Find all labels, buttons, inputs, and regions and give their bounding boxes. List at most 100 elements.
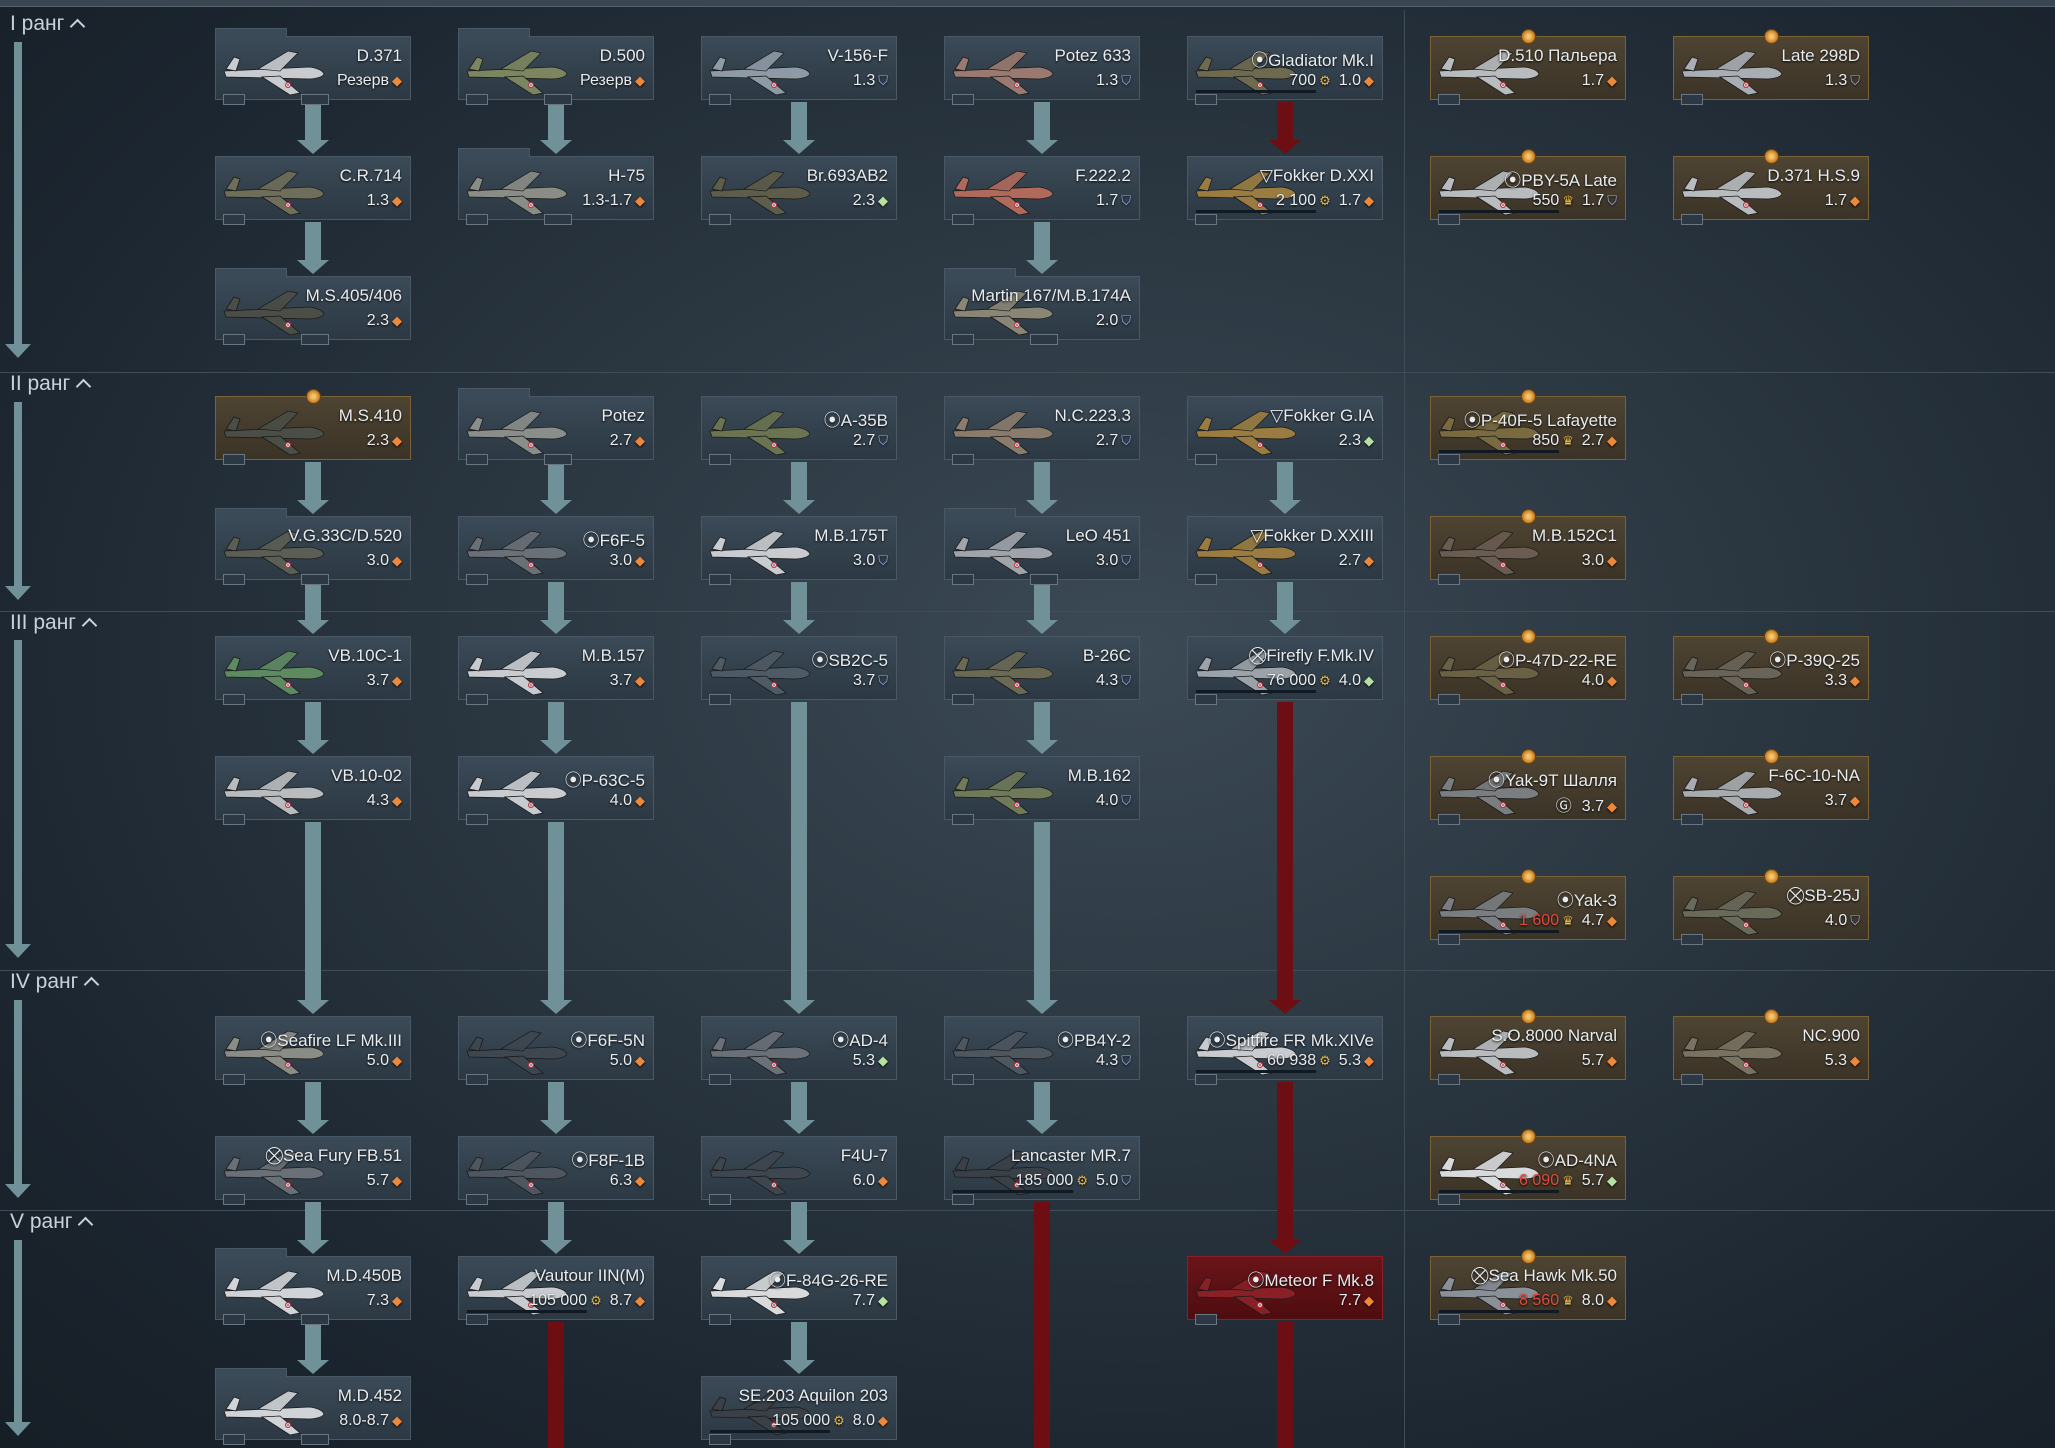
vehicle-card[interactable]: ⦿P-47D-22-RE 4.0 ◆ <box>1430 629 1626 705</box>
connector-shaft <box>305 702 321 740</box>
vehicle-class-icon: ◆ <box>1607 73 1617 88</box>
vehicle-card[interactable]: ▽Fokker D.XXI 2 100 ⚙ 1.7 ◆ <box>1187 156 1383 225</box>
vehicle-card[interactable]: M.B.175T 3.0 ⛉ <box>701 516 897 585</box>
collapse-chevron-icon[interactable] <box>81 617 98 634</box>
rank-label-5[interactable]: V ранг <box>10 1210 94 1234</box>
vehicle-card[interactable]: ⛒Sea Fury FB.51 5.7 ◆ <box>215 1136 411 1205</box>
vehicle-card[interactable]: C.R.714 1.3 ◆ <box>215 156 411 225</box>
rank-progress-line <box>14 1240 22 1424</box>
group-expand-icon[interactable] <box>301 334 329 345</box>
research-progress-bar <box>1196 210 1316 213</box>
group-expand-icon[interactable] <box>301 574 329 585</box>
vehicle-card[interactable]: ▽Fokker G.IA 2.3 ◆ <box>1187 396 1383 465</box>
vehicle-card[interactable]: LeO 451 3.0 ⛉ <box>944 508 1140 585</box>
vehicle-card[interactable]: Potez 2.7 ◆ <box>458 388 654 465</box>
vehicle-name: ⦿Meteor F Mk.8 <box>1247 1271 1374 1290</box>
vehicle-card[interactable]: ⦿F6F-5 3.0 ◆ <box>458 516 654 585</box>
vehicle-card[interactable]: VB.10-02 4.3 ◆ <box>215 756 411 825</box>
vehicle-card[interactable]: ⦿P-40F-5 Lafayette 850 ♛ 2.7 ◆ <box>1430 389 1626 465</box>
group-expand-icon[interactable] <box>1030 334 1058 345</box>
vehicle-card[interactable]: ⛒SB-25J 4.0 ⛉ <box>1673 869 1869 945</box>
vehicle-card[interactable]: N.C.223.3 2.7 ⛉ <box>944 396 1140 465</box>
vehicle-card[interactable]: ⦿SB2C-5 3.7 ⛉ <box>701 636 897 705</box>
vehicle-card[interactable]: ⛒Sea Hawk Mk.50 8 560 ♛ 8.0 ◆ <box>1430 1249 1626 1325</box>
collapse-chevron-icon[interactable] <box>75 378 92 395</box>
vehicle-card[interactable]: D.500 Резерв ◆ <box>458 28 654 105</box>
vehicle-card[interactable]: ⦿F-84G-26-RE 7.7 ◆ <box>701 1256 897 1325</box>
vehicle-card[interactable]: B-26C 4.3 ⛉ <box>944 636 1140 705</box>
currency-icon: ⚙ <box>1319 193 1331 208</box>
vehicle-card[interactable]: ⦿AD-4 5.3 ◆ <box>701 1016 897 1085</box>
vehicle-card[interactable]: ⦿PB4Y-2 4.3 ⛉ <box>944 1016 1140 1085</box>
vehicle-card[interactable]: D.371 H.S.9 1.7 ◆ <box>1673 149 1869 225</box>
vehicle-card[interactable]: SE.203 Aquilon 203 105 000 ⚙ 8.0 ◆ <box>701 1376 897 1445</box>
vehicle-name: F.222.2 <box>1075 166 1131 185</box>
vehicle-card[interactable]: D.510 Пальера 1.7 ◆ <box>1430 29 1626 105</box>
vehicle-card[interactable]: D.371 Резерв ◆ <box>215 28 411 105</box>
vehicle-card[interactable]: ▽Fokker D.XXIII 2.7 ◆ <box>1187 516 1383 585</box>
group-expand-icon[interactable] <box>301 1314 329 1325</box>
vehicle-card[interactable]: M.S.410 2.3 ◆ <box>215 389 411 465</box>
vehicle-card[interactable]: ⦿AD-4NA 6 090 ♛ 5.7 ◆ <box>1430 1129 1626 1205</box>
group-expand-icon[interactable] <box>1030 574 1058 585</box>
vehicle-card[interactable]: VB.10C-1 3.7 ◆ <box>215 636 411 705</box>
group-expand-icon[interactable] <box>544 214 572 225</box>
vehicle-card[interactable]: ⦿F6F-5N 5.0 ◆ <box>458 1016 654 1085</box>
vehicle-card[interactable]: ⦿Seafire LF Mk.III 5.0 ◆ <box>215 1016 411 1085</box>
vehicle-card[interactable]: ⦿Spitfire FR Mk.XIVe 60 938 ⚙ 5.3 ◆ <box>1187 1016 1383 1085</box>
collapse-chevron-icon[interactable] <box>78 1216 94 1233</box>
vehicle-card[interactable]: ⦿PBY-5A Late 550 ♛ 1.7 ⛉ <box>1430 149 1626 225</box>
slot-tag-icon <box>1438 1074 1460 1085</box>
slot-tag-icon <box>952 1194 974 1205</box>
vehicle-card[interactable]: ⦿Yak-3 1 600 ♛ 4.7 ◆ <box>1430 869 1626 945</box>
slot-tag-icon <box>1195 1074 1217 1085</box>
vehicle-card[interactable]: V-156-F 1.3 ⛉ <box>701 36 897 105</box>
vehicle-card[interactable]: M.D.450B 7.3 ◆ <box>215 1248 411 1325</box>
vehicle-card[interactable]: ⦿P-63C-5 4.0 ◆ <box>458 756 654 825</box>
vehicle-card[interactable]: ⦿Gladiator Mk.I 700 ⚙ 1.0 ◆ <box>1187 36 1383 105</box>
vehicle-card[interactable]: M.D.452 8.0-8.7 ◆ <box>215 1368 411 1445</box>
vehicle-card[interactable]: ⦿Meteor F Mk.8 7.7 ◆ <box>1187 1256 1383 1325</box>
vehicle-card[interactable]: Br.693AB2 2.3 ◆ <box>701 156 897 225</box>
vehicle-card[interactable]: F4U-7 6.0 ◆ <box>701 1136 897 1205</box>
slot-tag-icon <box>466 214 488 225</box>
vehicle-card[interactable]: ⦿Yak-9T Шалля Ⓖ 3.7 ◆ <box>1430 749 1626 825</box>
rank-label-3[interactable]: III ранг <box>10 611 98 635</box>
vehicle-name: ⦿Gladiator Mk.I <box>1251 51 1374 70</box>
group-expand-icon[interactable] <box>301 94 329 105</box>
rank-progress-line <box>14 402 22 588</box>
rank-label-1[interactable]: I ранг <box>10 12 86 36</box>
vehicle-card[interactable]: M.B.157 3.7 ◆ <box>458 636 654 705</box>
vehicle-card[interactable]: Late 298D 1.3 ⛉ <box>1673 29 1869 105</box>
group-expand-icon[interactable] <box>544 454 572 465</box>
connector-arrow-icon <box>1026 500 1058 514</box>
vehicle-card[interactable]: ⦿F8F-1B 6.3 ◆ <box>458 1136 654 1205</box>
vehicle-card[interactable]: H-75 1.3-1.7 ◆ <box>458 148 654 225</box>
br-value: 4.3 <box>366 792 389 809</box>
collapse-chevron-icon[interactable] <box>84 976 100 993</box>
vehicle-card[interactable]: ⦿A-35B 2.7 ⛉ <box>701 396 897 465</box>
vehicle-card[interactable]: ⛒Firefly F.Mk.IV 76 000 ⚙ 4.0 ◆ <box>1187 636 1383 705</box>
vehicle-name: D.510 Пальера <box>1498 46 1617 65</box>
group-expand-icon[interactable] <box>544 94 572 105</box>
vehicle-card[interactable]: ⦿P-39Q-25 3.3 ◆ <box>1673 629 1869 705</box>
vehicle-card[interactable]: Potez 633 1.3 ⛉ <box>944 36 1140 105</box>
vehicle-card[interactable]: Martin 167/M.B.174A 2.0 ⛉ <box>944 268 1140 345</box>
vehicle-card[interactable]: M.S.405/406 2.3 ◆ <box>215 268 411 345</box>
vehicle-card[interactable]: Vautour IIN(M) 105 000 ⚙ 8.7 ◆ <box>458 1256 654 1325</box>
rank-label-2[interactable]: II ранг <box>10 372 92 396</box>
group-expand-icon[interactable] <box>301 1434 329 1445</box>
collapse-chevron-icon[interactable] <box>70 18 86 35</box>
vehicle-card[interactable]: NC.900 5.3 ◆ <box>1673 1009 1869 1085</box>
vehicle-card[interactable]: F-6C-10-NA 3.7 ◆ <box>1673 749 1869 825</box>
vehicle-card[interactable]: S.O.8000 Narval 5.7 ◆ <box>1430 1009 1626 1085</box>
vehicle-card[interactable]: M.B.152C1 3.0 ◆ <box>1430 509 1626 585</box>
slot-tag-icon <box>223 1434 245 1445</box>
vehicle-card[interactable]: Lancaster MR.7 185 000 ⚙ 5.0 ⛉ <box>944 1136 1140 1205</box>
vehicle-class-icon: ⛉ <box>878 433 888 448</box>
rank-label-4[interactable]: IV ранг <box>10 970 100 994</box>
slot-tag-icon <box>1438 454 1460 465</box>
vehicle-card[interactable]: M.B.162 4.0 ⛉ <box>944 756 1140 825</box>
vehicle-card[interactable]: F.222.2 1.7 ⛉ <box>944 156 1140 225</box>
vehicle-card[interactable]: V.G.33C/D.520 3.0 ◆ <box>215 508 411 585</box>
